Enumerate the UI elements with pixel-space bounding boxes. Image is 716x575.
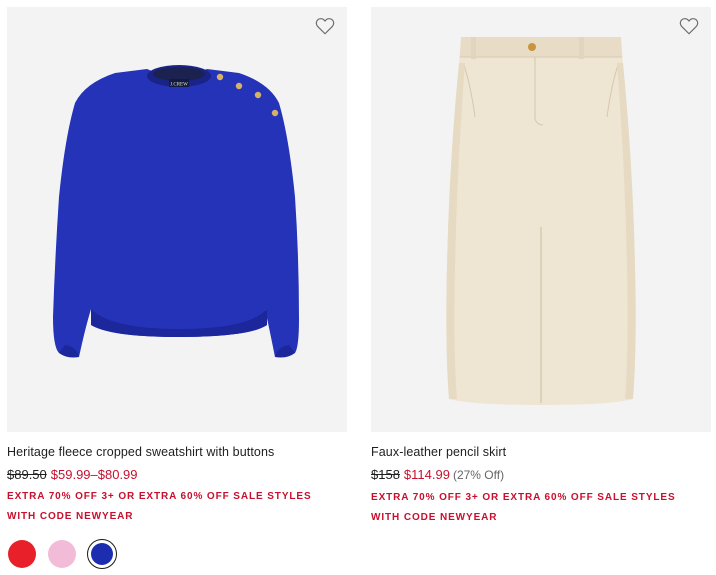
product-grid: J.CREW Heritage fleece cropped sweatshir… [0, 0, 716, 575]
original-price: $158 [371, 467, 400, 482]
svg-text:J.CREW: J.CREW [170, 83, 188, 88]
product-name[interactable]: Faux-leather pencil skirt [371, 444, 711, 460]
product-price: $158 $114.99 (27% Off) [371, 466, 711, 484]
skirt-image [371, 7, 711, 432]
discount-percent: (27% Off) [452, 468, 505, 482]
swatch-royal-blue[interactable] [87, 539, 117, 569]
sale-price: $59.99–$80.99 [50, 467, 138, 482]
swatch-red[interactable] [7, 539, 37, 569]
swatch-pink[interactable] [47, 539, 77, 569]
color-swatches [7, 539, 347, 569]
sweatshirt-image: J.CREW [7, 7, 347, 432]
original-price: $89.50 [7, 467, 47, 482]
sale-price: $114.99 [403, 467, 450, 482]
product-image[interactable]: J.CREW [7, 7, 347, 432]
product-name[interactable]: Heritage fleece cropped sweatshirt with … [7, 444, 347, 460]
promo-text: EXTRA 70% OFF 3+ OR EXTRA 60% OFF SALE S… [7, 491, 312, 522]
promo-text: EXTRA 70% OFF 3+ OR EXTRA 60% OFF SALE S… [371, 492, 676, 523]
wishlist-heart-icon[interactable] [679, 17, 699, 35]
product-card[interactable]: J.CREW Heritage fleece cropped sweatshir… [7, 7, 347, 569]
product-price: $89.50 $59.99–$80.99 [7, 466, 347, 483]
product-card[interactable]: Faux-leather pencil skirt $158 $114.99 (27… [371, 7, 711, 527]
product-image[interactable] [371, 7, 711, 432]
wishlist-heart-icon[interactable] [315, 17, 335, 35]
